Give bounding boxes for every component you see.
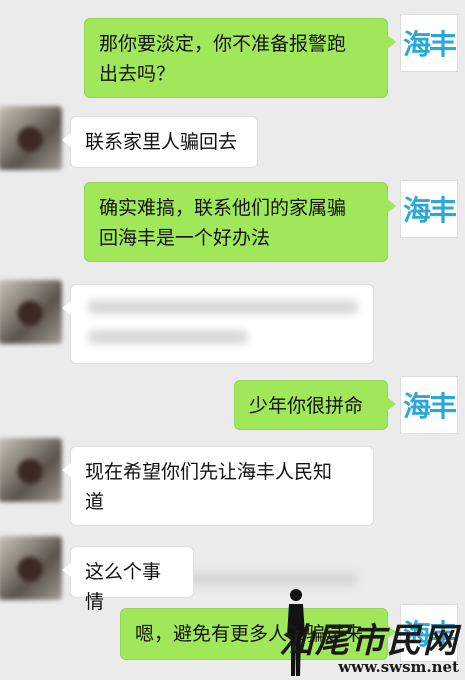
message-bubble-received-redacted[interactable] <box>62 284 374 364</box>
message-row: 少年你很拼命 海丰 <box>0 370 465 440</box>
sender-avatar[interactable] <box>0 106 62 170</box>
haifeng-avatar[interactable]: 海丰 <box>400 180 458 238</box>
sender-avatar[interactable] <box>0 438 62 502</box>
redacted-text <box>88 330 248 344</box>
message-row: 这么个事情 <box>0 532 465 613</box>
message-row: 现在希望你们先让海丰人民知 道 <box>0 436 465 531</box>
message-row: 联系家里人骗回去 <box>0 106 465 176</box>
message-bubble-sent[interactable]: 确实难搞，联系他们的家属骗 回海丰是一个好办法 <box>84 182 396 262</box>
message-row <box>0 276 465 586</box>
message-bubble-received[interactable]: 现在希望你们先让海丰人民知 道 <box>62 446 374 526</box>
message-bubble-sent[interactable]: 少年你很拼命 <box>234 380 396 430</box>
watermark: 汕尾市民网 www.swsm.net <box>279 613 459 676</box>
haifeng-avatar[interactable]: 海丰 <box>400 376 458 434</box>
haifeng-avatar[interactable]: 海丰 <box>400 14 458 72</box>
redacted-text <box>88 300 358 314</box>
sender-avatar[interactable] <box>0 536 62 600</box>
message-bubble-received[interactable]: 这么个事情 <box>62 546 194 613</box>
sender-avatar[interactable] <box>0 280 62 344</box>
watermark-title: 汕尾市民网 <box>279 621 459 661</box>
message-bubble-received[interactable]: 联系家里人骗回去 <box>62 116 258 168</box>
message-bubble-sent[interactable]: 那你要淡定，你不准备报警跑 出去吗？ <box>84 18 396 98</box>
message-row: 那你要淡定，你不准备报警跑 出去吗？ 海丰 <box>0 0 465 100</box>
message-row: 确实难搞，联系他们的家属骗 回海丰是一个好办法 海丰 <box>0 176 465 266</box>
